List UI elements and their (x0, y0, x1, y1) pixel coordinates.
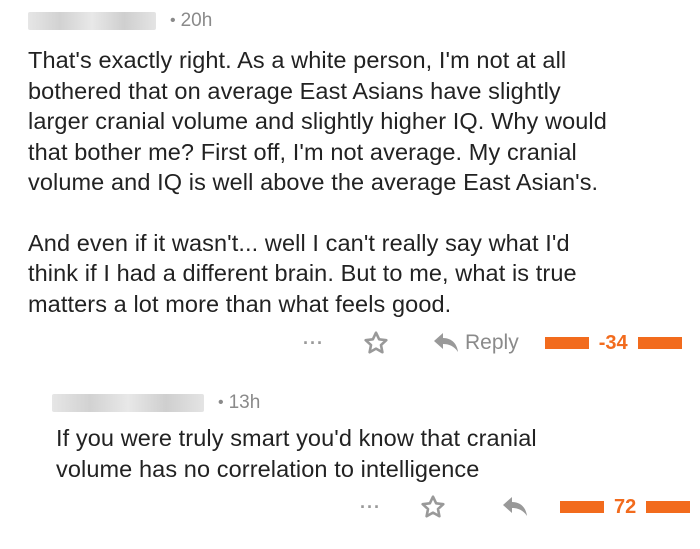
vote-score: 72 (614, 495, 637, 518)
meta-separator: • (218, 394, 224, 411)
downvote-button[interactable] (646, 501, 691, 513)
comment-age: 20h (180, 10, 213, 31)
vote-score: -34 (598, 331, 628, 354)
comment-age: 13h (228, 392, 261, 413)
star-icon[interactable] (363, 330, 389, 356)
star-icon[interactable] (420, 494, 446, 520)
comment-paragraph: If you were truly smart you'd know that … (56, 425, 537, 482)
reply-button[interactable] (502, 496, 534, 518)
blurred-username[interactable] (28, 12, 156, 30)
reply-button[interactable]: Reply (433, 331, 519, 355)
comment-meta: • 13h (52, 392, 260, 414)
vote-control: 72 (560, 495, 691, 519)
more-options-button[interactable]: ··· (360, 497, 420, 518)
comment-body: If you were truly smart you'd know that … (56, 423, 676, 484)
comment: • 20h That's exactly right. As a white p… (0, 0, 700, 362)
upvote-button[interactable] (560, 501, 604, 513)
reply-arrow-icon (503, 497, 527, 516)
comment-body: That's exactly right. As a white person,… (28, 45, 688, 319)
comment-actions: ··· Reply -34 (303, 330, 682, 356)
vote-control: -34 (544, 331, 682, 355)
meta-separator: • (170, 12, 176, 29)
comment-paragraph: That's exactly right. As a white person,… (28, 47, 607, 195)
reply-comment: • 13h If you were truly smart you'd know… (52, 378, 700, 538)
reply-label: Reply (465, 331, 519, 354)
comment-meta: • 20h (28, 10, 212, 32)
comment-paragraph: And even if it wasn't... well I can't re… (28, 229, 577, 317)
more-options-button[interactable]: ··· (303, 333, 363, 354)
reply-arrow-icon (434, 333, 458, 352)
upvote-button[interactable] (544, 337, 589, 349)
downvote-button[interactable] (637, 337, 682, 349)
comment-actions: ··· 72 (360, 494, 691, 520)
blurred-username[interactable] (52, 394, 204, 412)
